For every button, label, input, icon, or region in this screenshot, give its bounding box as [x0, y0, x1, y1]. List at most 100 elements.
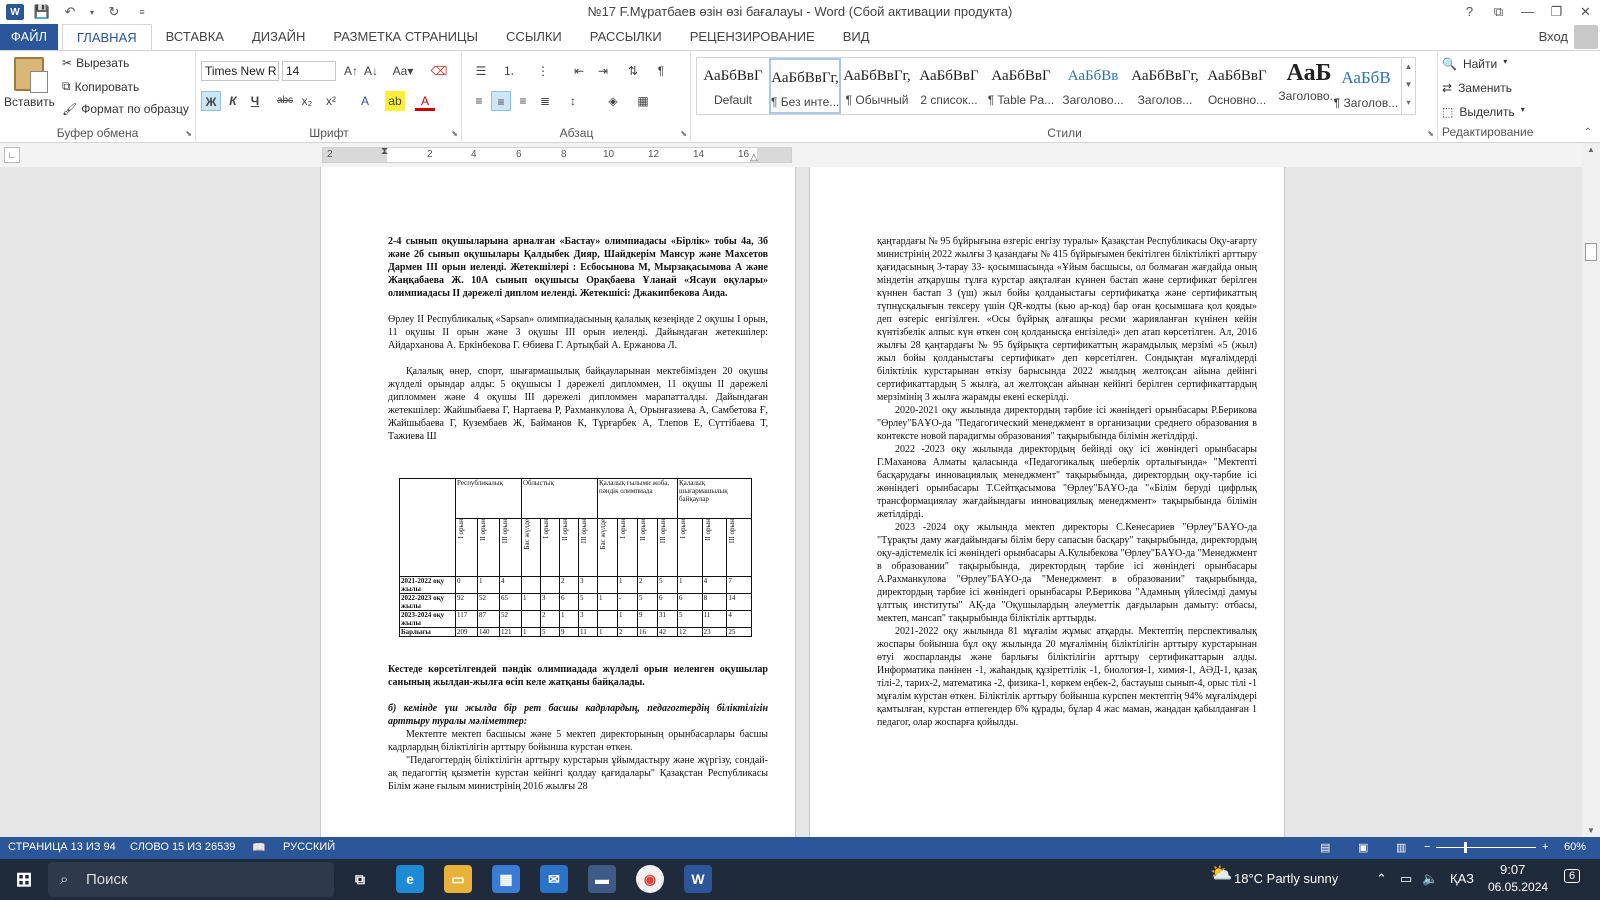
underline-button[interactable]: Ч [245, 91, 265, 111]
chevron-up-icon[interactable]: ▲ [1402, 58, 1415, 76]
language[interactable]: РУССКИЙ [283, 841, 335, 853]
word-taskbar-icon[interactable]: W [684, 865, 712, 893]
borders-icon[interactable]: ▦ [633, 91, 653, 111]
align-right-icon[interactable]: ≡ [513, 91, 533, 111]
notifications-badge[interactable]: 6 [1564, 869, 1581, 883]
style-table-paragraph[interactable]: АаБбВвГ ¶ Table Pa... [985, 58, 1057, 114]
cut-button[interactable]: ✂ Вырезать [62, 56, 129, 70]
highlight-icon[interactable]: ab [385, 91, 405, 111]
scroll-thumb[interactable] [1585, 243, 1597, 261]
replace-button[interactable]: ⇄ Заменить [1442, 81, 1512, 95]
print-layout-icon[interactable]: ▣ [1358, 841, 1368, 854]
clipboard-launcher-icon[interactable]: ⬊ [185, 129, 192, 138]
tab-insert[interactable]: ВСТАВКА [152, 24, 238, 50]
paste-button[interactable]: Вставить [4, 57, 55, 109]
superscript-button[interactable]: x² [321, 91, 341, 111]
more-styles-icon[interactable]: ▾ [1402, 94, 1415, 112]
grow-font-icon[interactable]: A↑ [341, 61, 361, 81]
font-color-icon[interactable]: A [415, 91, 435, 111]
tray-chevron-icon[interactable]: ⌃ [1376, 871, 1387, 887]
remote-desktop-icon[interactable]: ▬ [588, 865, 616, 893]
change-case-icon[interactable]: Aa▾ [389, 61, 417, 81]
page-count[interactable]: СТРАНИЦА 13 ИЗ 94 [8, 841, 116, 853]
align-left-icon[interactable]: ≡ [469, 91, 489, 111]
chrome-icon[interactable]: ◉ [636, 865, 664, 893]
web-layout-icon[interactable]: ▥ [1396, 841, 1406, 854]
minimize-button[interactable]: — [1513, 0, 1542, 24]
text-effects-icon[interactable]: A [355, 91, 375, 111]
help-icon[interactable]: ? [1455, 0, 1484, 24]
zoom-out-icon[interactable]: − [1424, 841, 1430, 853]
sign-in-link[interactable]: Вход [1539, 29, 1568, 44]
style-body[interactable]: АаБбВвГ Основно... [1201, 58, 1273, 114]
file-explorer-icon[interactable]: ▭ [444, 865, 472, 893]
font-name-select[interactable]: Times New R [201, 61, 279, 81]
style-list-2[interactable]: АаБбВвГ 2 список... [913, 58, 985, 114]
styles-scroll[interactable]: ▲ ▼ ▾ [1401, 58, 1415, 114]
network-icon[interactable]: ▭ [1400, 871, 1412, 887]
task-view-icon[interactable]: ⧉ [346, 865, 374, 893]
horizontal-ruler[interactable]: 2 2 4 6 8 10 12 14 16 ⧗ △ [322, 146, 792, 163]
style-heading-2[interactable]: АаБбВвГг, Заголов... [1129, 58, 1201, 114]
subscript-button[interactable]: x₂ [297, 91, 317, 111]
word-count[interactable]: СЛОВО 15 ИЗ 26539 [130, 841, 235, 853]
style-heading-1[interactable]: АаБбВв Заголово... [1057, 58, 1129, 114]
scroll-up-icon[interactable]: ▲ [1582, 145, 1600, 154]
tab-mailings[interactable]: РАССЫЛКИ [576, 24, 676, 50]
close-button[interactable]: ✕ [1571, 0, 1600, 24]
read-mode-icon[interactable]: ▤ [1320, 841, 1330, 854]
proofing-icon[interactable]: 📖 [252, 841, 266, 854]
start-icon[interactable]: ⊞ [10, 865, 38, 893]
volume-icon[interactable]: 🔈 [1422, 871, 1438, 887]
tab-view[interactable]: ВИД [829, 24, 884, 50]
right-indent-marker-icon[interactable]: △ [750, 152, 758, 163]
tab-review[interactable]: РЕЦЕНЗИРОВАНИЕ [676, 24, 829, 50]
style-normal[interactable]: АаБбВвГг, ¶ Обычный [841, 58, 913, 114]
input-language[interactable]: ҚАЗ [1450, 871, 1474, 886]
increase-indent-icon[interactable]: ⇥ [593, 61, 613, 81]
shrink-font-icon[interactable]: A↓ [361, 61, 381, 81]
clock-time[interactable]: 9:07 [1500, 862, 1525, 877]
vertical-scrollbar[interactable]: ▲ ▼ [1582, 143, 1600, 837]
font-size-select[interactable]: 14 [282, 61, 336, 81]
weather-text[interactable]: 18°C Partly sunny [1234, 871, 1338, 886]
zoom-slider[interactable] [1436, 847, 1536, 848]
chevron-down-icon[interactable]: ▼ [1402, 76, 1415, 94]
bold-button[interactable]: Ж [201, 91, 221, 111]
collapse-ribbon-icon[interactable]: ⌃ [1584, 127, 1592, 138]
tab-layout[interactable]: РАЗМЕТКА СТРАНИЦЫ [319, 24, 492, 50]
maximize-button[interactable]: ❐ [1542, 0, 1571, 24]
tab-home[interactable]: ГЛАВНАЯ [62, 24, 152, 51]
shading-icon[interactable]: ◈ [603, 91, 623, 111]
format-painter-button[interactable]: 🖌 Формат по образцу [62, 102, 189, 116]
style-no-spacing[interactable]: АаБбВвГг, ¶ Без инте... [769, 58, 841, 114]
tab-references[interactable]: ССЫЛКИ [492, 24, 576, 50]
scroll-down-icon[interactable]: ▼ [1582, 826, 1600, 835]
weather-icon[interactable]: ⛅ [1210, 863, 1232, 884]
justify-icon[interactable]: ≣ [535, 91, 555, 111]
tab-design[interactable]: ДИЗАЙН [238, 24, 319, 50]
align-center-icon[interactable]: ≡ [491, 91, 511, 111]
strikethrough-button[interactable]: abc [275, 91, 295, 111]
paragraph-launcher-icon[interactable]: ⬊ [680, 129, 687, 138]
line-spacing-icon[interactable]: ↕ [563, 91, 583, 111]
zoom-slider-thumb[interactable] [1464, 842, 1467, 853]
numbering-icon[interactable]: ⒈ [499, 61, 519, 81]
sort-icon[interactable]: ⇅ [623, 61, 643, 81]
clock-date[interactable]: 06.05.2024 [1488, 880, 1548, 894]
tab-file[interactable]: ФАЙЛ [0, 24, 58, 50]
ribbon-display-icon[interactable]: ⧉ [1484, 0, 1513, 24]
tab-selector-icon[interactable]: ∟ [4, 147, 20, 163]
taskbar-search[interactable]: ⌕ Поиск [48, 862, 334, 897]
mail-icon[interactable]: ✉ [540, 865, 568, 893]
copy-button[interactable]: ⧉ Копировать [62, 79, 139, 94]
italic-button[interactable]: К [223, 91, 243, 111]
multilevel-list-icon[interactable]: ⋮ [533, 61, 553, 81]
show-marks-icon[interactable]: ¶ [651, 61, 671, 81]
zoom-in-icon[interactable]: + [1542, 841, 1548, 853]
avatar[interactable] [1574, 25, 1598, 49]
zoom-level[interactable]: 60% [1564, 841, 1586, 853]
indent-marker-icon[interactable]: ⧗ [381, 146, 388, 157]
bullets-icon[interactable]: ☰ [471, 61, 491, 81]
store-icon[interactable]: ▦ [492, 865, 520, 893]
